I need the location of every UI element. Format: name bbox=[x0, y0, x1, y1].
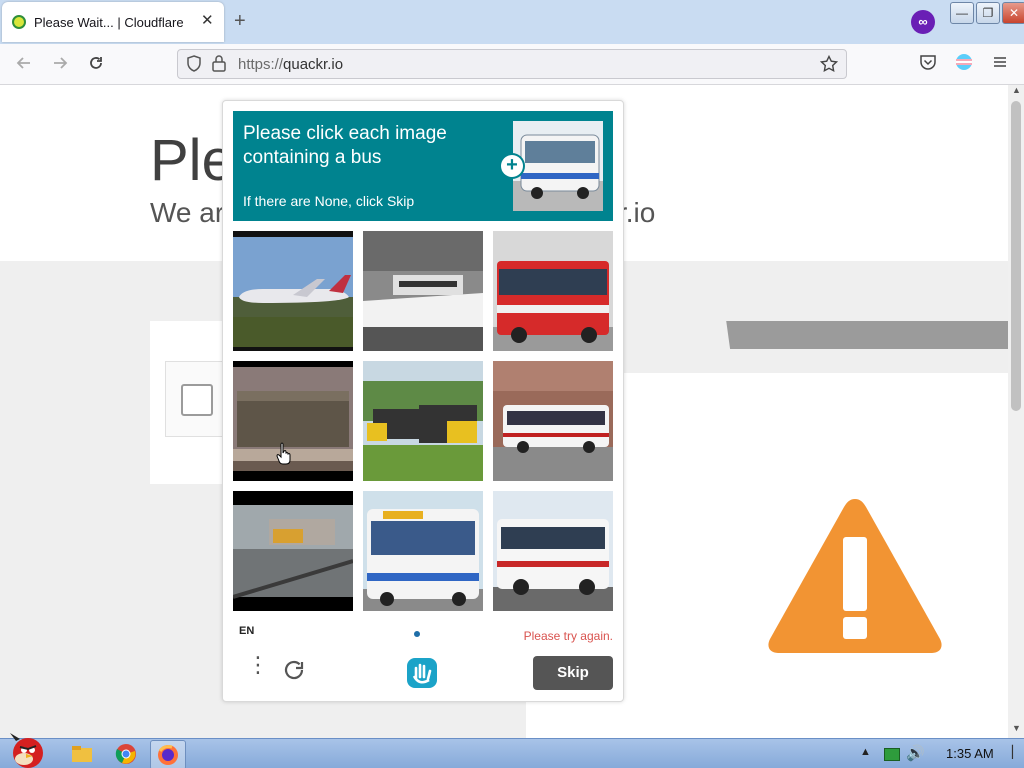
extension-icon[interactable] bbox=[955, 53, 973, 71]
forward-icon[interactable] bbox=[50, 53, 70, 73]
pocket-icon[interactable] bbox=[919, 53, 937, 71]
volume-icon[interactable]: 🔊 bbox=[906, 744, 925, 762]
challenge-tile-6[interactable] bbox=[493, 361, 613, 481]
more-options-icon[interactable]: ⋮ bbox=[247, 654, 269, 676]
network-icon[interactable] bbox=[884, 748, 900, 761]
star-icon[interactable] bbox=[820, 55, 838, 73]
file-explorer-icon[interactable] bbox=[70, 742, 94, 766]
warning-icon bbox=[768, 499, 942, 653]
challenge-tile-9[interactable] bbox=[493, 491, 613, 611]
url-bar[interactable]: https://quackr.io bbox=[177, 49, 847, 79]
challenge-header: Please click each image containing a bus… bbox=[233, 111, 613, 221]
hand-cursor-icon bbox=[276, 442, 291, 465]
browser-tab[interactable]: Please Wait... | Cloudflare ✕ bbox=[2, 2, 224, 42]
example-bus-image[interactable] bbox=[513, 121, 603, 211]
taskbar-firefox-active[interactable] bbox=[150, 740, 186, 768]
challenge-tile-7[interactable] bbox=[233, 491, 353, 611]
minimize-button[interactable]: — bbox=[950, 2, 974, 24]
challenge-skip-hint: If there are None, click Skip bbox=[243, 193, 415, 209]
menu-icon[interactable] bbox=[991, 53, 1009, 71]
reload-icon[interactable] bbox=[86, 53, 106, 73]
profile-icon[interactable]: ∞ bbox=[911, 10, 935, 34]
error-message: Please try again. bbox=[523, 629, 613, 643]
challenge-tile-4[interactable] bbox=[233, 361, 353, 481]
expand-example-icon[interactable]: + bbox=[501, 155, 523, 177]
challenge-grid bbox=[233, 231, 613, 611]
challenge-tile-8[interactable] bbox=[363, 491, 483, 611]
start-button-icon[interactable] bbox=[2, 731, 50, 768]
scrollbar-thumb[interactable] bbox=[1011, 101, 1021, 411]
challenge-tile-5[interactable] bbox=[363, 361, 483, 481]
shield-icon[interactable] bbox=[186, 55, 202, 73]
progress-dot bbox=[414, 631, 420, 637]
page-subtitle: We ar bbox=[150, 197, 225, 228]
hcaptcha-logo-icon[interactable] bbox=[405, 656, 439, 690]
clock[interactable]: 1:35 AM bbox=[946, 746, 994, 761]
taskbar: ▲ 🔊 1:35 AM ▏ bbox=[0, 733, 1024, 768]
verify-checkbox[interactable] bbox=[181, 384, 213, 416]
scroll-up-icon[interactable]: ▲ bbox=[1012, 85, 1021, 95]
restore-button[interactable]: ❐ bbox=[976, 2, 1000, 24]
challenge-tile-2[interactable] bbox=[363, 231, 483, 351]
firefox-icon bbox=[158, 745, 178, 765]
show-desktop-icon[interactable]: ▏ bbox=[1012, 745, 1021, 759]
refresh-icon[interactable] bbox=[281, 657, 307, 683]
tab-title: Please Wait... | Cloudflare bbox=[34, 15, 184, 30]
browser-tab-bar: Please Wait... | Cloudflare ✕ + ∞ — ❐ ✕ bbox=[0, 0, 1024, 44]
close-window-button[interactable]: ✕ bbox=[1002, 2, 1024, 24]
page-scrollbar[interactable]: ▲ ▼ bbox=[1008, 85, 1024, 738]
url-protocol: https:// bbox=[238, 56, 284, 73]
challenge-prompt: Please click each image containing a bus bbox=[243, 123, 447, 168]
challenge-tile-3[interactable] bbox=[493, 231, 613, 351]
chrome-icon[interactable] bbox=[114, 742, 138, 766]
hcaptcha-challenge: Please click each image containing a bus… bbox=[222, 100, 624, 702]
url-host: quackr.io bbox=[283, 56, 344, 73]
scroll-down-icon[interactable]: ▼ bbox=[1012, 723, 1021, 733]
window-controls: — ❐ ✕ bbox=[950, 2, 1024, 24]
language-selector[interactable]: EN bbox=[239, 625, 254, 637]
decorative-bar bbox=[622, 321, 1008, 349]
tray-expand-icon[interactable]: ▲ bbox=[860, 746, 871, 758]
challenge-tile-1[interactable] bbox=[233, 231, 353, 351]
navigation-bar: https://quackr.io bbox=[0, 44, 1024, 85]
new-tab-button[interactable]: + bbox=[234, 10, 246, 33]
skip-button[interactable]: Skip bbox=[533, 656, 613, 690]
cloudflare-favicon-icon bbox=[12, 15, 26, 29]
url-text[interactable]: https://quackr.io bbox=[238, 56, 343, 73]
back-icon[interactable] bbox=[14, 53, 34, 73]
lock-icon[interactable] bbox=[212, 54, 226, 72]
tab-close-icon[interactable]: ✕ bbox=[201, 11, 214, 29]
